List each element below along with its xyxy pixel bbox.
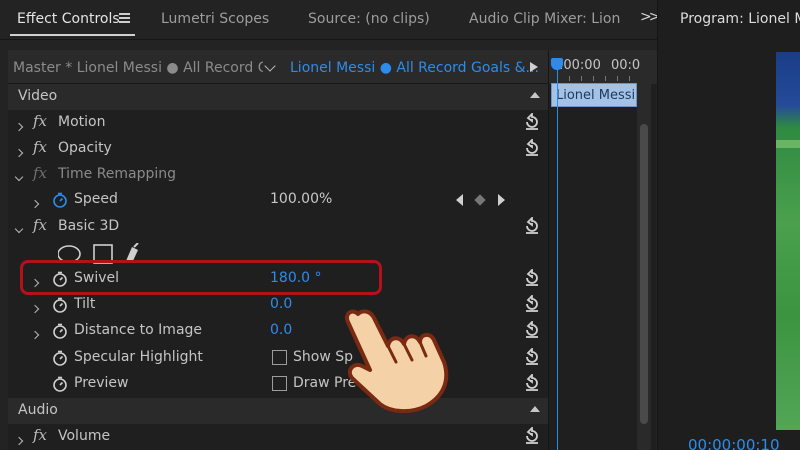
property-row-tilt: Tilt 0.0	[8, 292, 548, 318]
tab-source[interactable]: Source: (no clips)	[308, 11, 430, 27]
twirl-chevron-icon[interactable]	[14, 118, 24, 134]
chevron-down-icon[interactable]	[264, 58, 276, 74]
collapse-up-icon[interactable]	[530, 406, 540, 412]
property-label-specular-highlight: Specular Highlight	[74, 349, 203, 365]
source-header: Master * Lionel Messi ● All Record G... …	[8, 50, 548, 84]
stopwatch-icon[interactable]	[52, 376, 68, 392]
fx-icon: fx	[33, 164, 48, 182]
panel-menu-icon[interactable]	[119, 13, 130, 23]
tab-effect-controls[interactable]: Effect Controls	[17, 11, 120, 27]
fx-icon[interactable]: fx	[33, 426, 47, 444]
reset-icon[interactable]	[523, 372, 541, 392]
property-label-distance-to-image: Distance to Image	[74, 322, 203, 338]
timeline-clip[interactable]: Lionel Messi	[551, 83, 637, 107]
program-monitor: Program: Lionel M 00:00:00:10	[657, 0, 800, 450]
fx-icon[interactable]: fx	[33, 216, 47, 234]
next-keyframe-icon[interactable]	[498, 194, 505, 206]
video-section-label: Video	[18, 88, 58, 104]
twirl-chevron-icon[interactable]	[30, 300, 40, 316]
effect-row-volume: fx Volume	[8, 424, 548, 450]
stopwatch-icon[interactable]	[52, 297, 68, 313]
fx-icon[interactable]: fx	[33, 112, 47, 130]
show-specular-checkbox[interactable]	[272, 350, 287, 365]
playhead-handle[interactable]	[551, 58, 563, 70]
active-tab-underline	[10, 34, 135, 36]
twirl-chevron-down-icon[interactable]	[14, 168, 24, 184]
reset-icon[interactable]	[523, 425, 541, 445]
stopwatch-icon[interactable]	[52, 350, 68, 366]
twirl-chevron-icon[interactable]	[30, 326, 40, 342]
effect-label-time-remapping: Time Remapping	[58, 166, 177, 182]
tab-audio-clip-mixer[interactable]: Audio Clip Mixer: Lion	[469, 11, 620, 27]
effect-row-basic-3d: fx Basic 3D	[8, 214, 548, 240]
ruler-start-time: :00:00	[559, 58, 601, 73]
program-timecode[interactable]: 00:00:00:10	[688, 436, 780, 450]
property-label-tilt: Tilt	[74, 296, 96, 312]
property-row-speed: Speed 100.00%	[8, 187, 548, 213]
previous-keyframe-icon[interactable]	[456, 194, 463, 206]
audio-section-header: Audio	[8, 398, 548, 424]
vertical-scrollbar[interactable]	[637, 84, 651, 450]
collapse-up-icon[interactable]	[530, 92, 540, 98]
audio-section-label: Audio	[18, 402, 58, 418]
effect-label-basic-3d: Basic 3D	[58, 218, 120, 234]
effect-label-motion: Motion	[58, 114, 106, 130]
effect-controls-panel: Master * Lionel Messi ● All Record G... …	[8, 50, 548, 450]
effect-label-volume: Volume	[58, 428, 111, 444]
twirl-chevron-down-icon[interactable]	[14, 220, 24, 236]
swivel-highlight-outline	[20, 260, 382, 295]
add-keyframe-icon[interactable]	[474, 194, 486, 206]
twirl-chevron-icon[interactable]	[14, 432, 24, 448]
time-ruler[interactable]: :00:00 00:0	[549, 50, 657, 84]
sequence-clip-dropdown[interactable]: Lionel Messi ● All Record Goals &...	[290, 60, 539, 76]
reset-icon[interactable]	[523, 293, 541, 313]
property-row-specular-highlight: Specular Highlight Show Sp	[8, 345, 548, 371]
twirl-chevron-icon[interactable]	[14, 144, 24, 160]
property-label-preview: Preview	[74, 375, 129, 391]
speed-value[interactable]: 100.00%	[270, 191, 332, 207]
keyframe-navigator	[456, 194, 516, 208]
reset-icon[interactable]	[523, 137, 541, 157]
clip-label: Lionel Messi	[556, 88, 636, 103]
master-clip-label[interactable]: Master * Lionel Messi ● All Record G...	[13, 60, 263, 76]
property-row-distance-to-image: Distance to Image 0.0	[8, 318, 548, 344]
twirl-chevron-icon[interactable]	[30, 195, 40, 211]
effect-row-time-remapping: fx Time Remapping	[8, 162, 548, 188]
program-monitor-title[interactable]: Program: Lionel M	[680, 11, 800, 27]
reset-icon[interactable]	[523, 319, 541, 339]
effect-label-opacity: Opacity	[58, 140, 112, 156]
property-row-preview: Preview Draw Previ e	[8, 371, 548, 397]
reset-icon[interactable]	[523, 111, 541, 131]
effect-controls-timeline: :00:00 00:0 Lionel Messi	[548, 50, 657, 450]
property-label-speed: Speed	[74, 191, 118, 207]
program-video-frame	[776, 52, 800, 430]
effect-row-opacity: fx Opacity	[8, 136, 548, 162]
distance-value[interactable]: 0.0	[270, 322, 292, 338]
draw-preview-checkbox[interactable]	[272, 376, 287, 391]
show-timeline-toggle-icon[interactable]	[530, 62, 538, 72]
stopwatch-icon[interactable]	[52, 192, 68, 208]
scrollbar-thumb[interactable]	[640, 124, 648, 424]
playhead-line[interactable]	[557, 62, 558, 450]
ruler-end-time: 00:0	[611, 58, 641, 73]
video-section-header: Video	[8, 84, 548, 110]
tab-lumetri-scopes[interactable]: Lumetri Scopes	[161, 11, 269, 27]
reset-icon[interactable]	[523, 346, 541, 366]
hand-pointer-icon	[345, 309, 449, 413]
fx-icon[interactable]: fx	[33, 138, 47, 156]
reset-icon[interactable]	[523, 215, 541, 235]
effect-row-motion: fx Motion	[8, 110, 548, 136]
stopwatch-icon[interactable]	[52, 323, 68, 339]
tilt-value[interactable]: 0.0	[270, 296, 292, 312]
tab-overflow-icon[interactable]: >>	[640, 9, 661, 25]
reset-icon[interactable]	[523, 267, 541, 287]
video-field-stripe	[776, 140, 800, 148]
